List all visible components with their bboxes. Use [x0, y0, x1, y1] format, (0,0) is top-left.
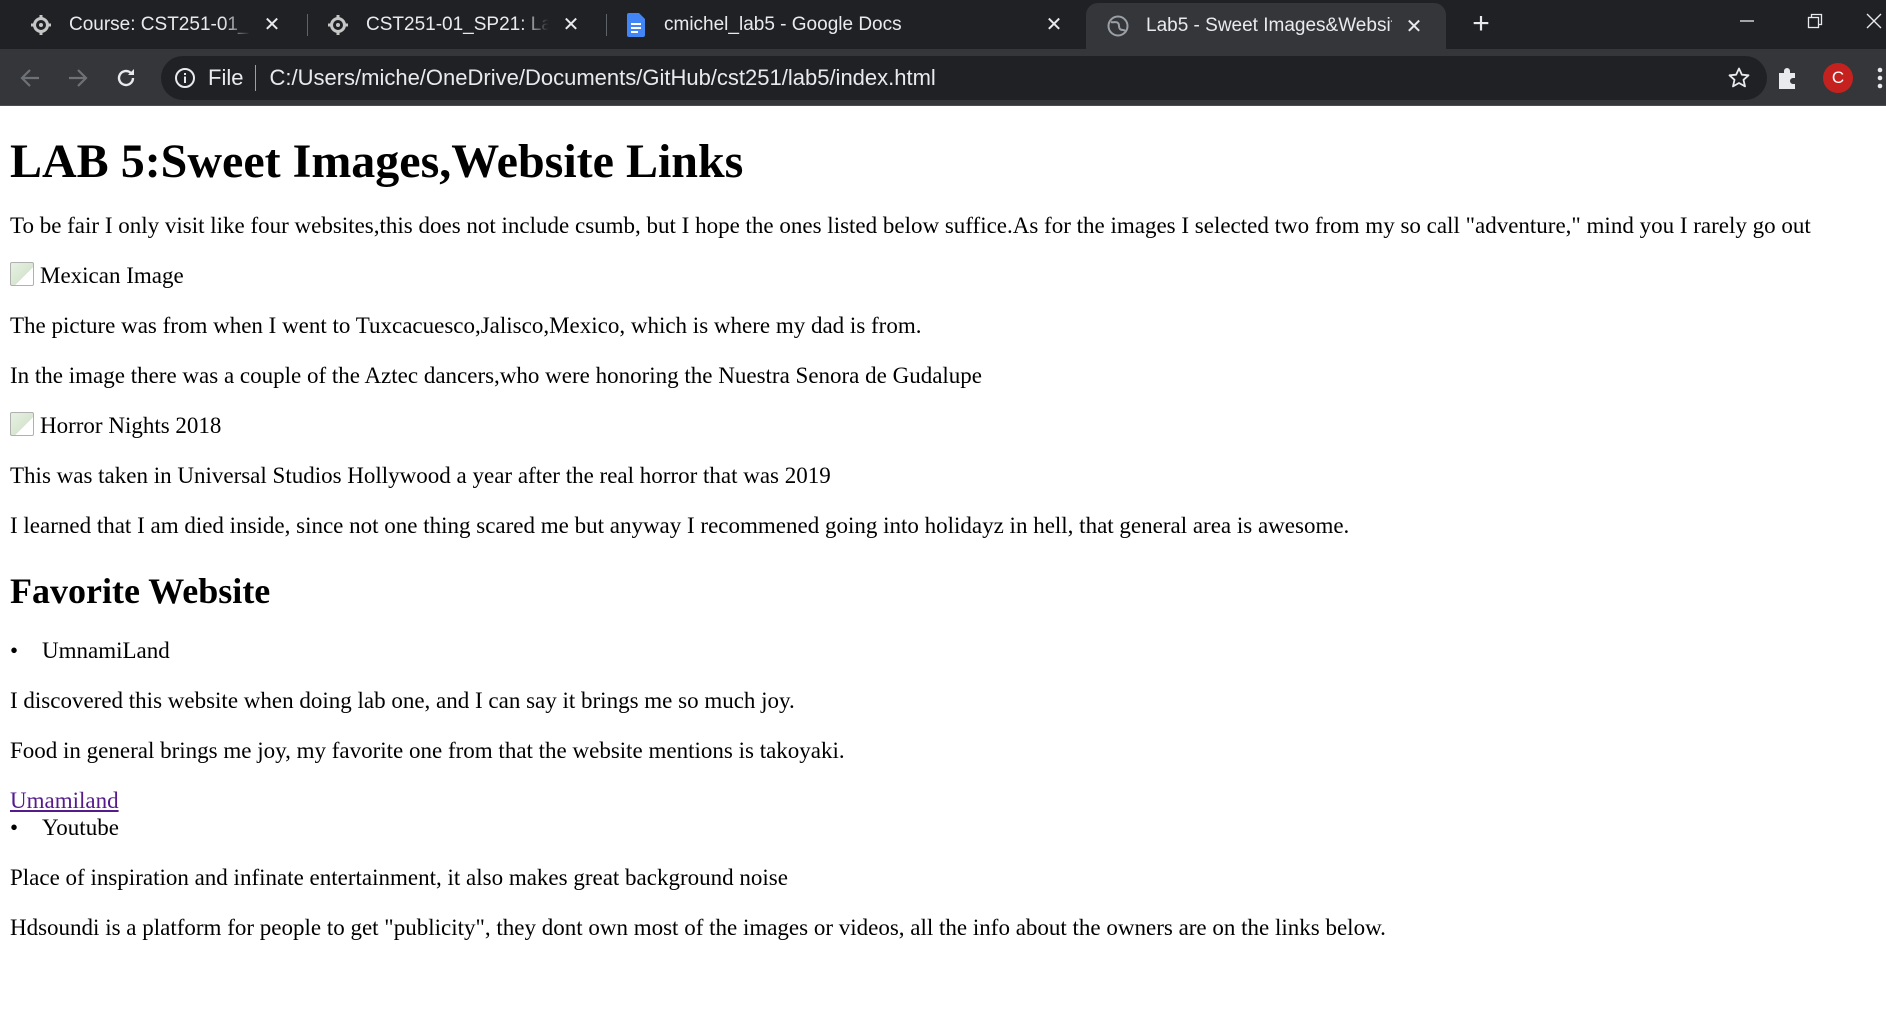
image-alt-text: Horror Nights 2018: [40, 413, 222, 439]
tab-title: cmichel_lab5 - Google Docs: [664, 13, 902, 35]
image-alt-text: Mexican Image: [40, 263, 184, 289]
list-item-umnamiland: UmnamiLand: [10, 637, 1876, 664]
forward-arrow-icon: [69, 69, 88, 87]
tab-title: Course: CST251-01_SP21:Web To: [69, 13, 250, 35]
url-text[interactable]: C:/Users/miche/OneDrive/Documents/GitHub…: [269, 65, 935, 91]
list-item-youtube: Youtube: [10, 814, 1876, 841]
image-horror-nights: Horror Nights 2018: [10, 411, 1876, 439]
address-divider: [255, 65, 257, 91]
tab-lab5-assignment[interactable]: CST251-01_SP21: Lab 5: More HT ✕: [297, 0, 603, 49]
tab-title: Lab5 - Sweet Images&Websites: [1146, 15, 1392, 36]
moodle-icon: [29, 13, 53, 37]
google-docs-icon: [624, 12, 648, 37]
minimize-icon: [1740, 20, 1754, 22]
new-tab-button[interactable]: +: [1466, 9, 1496, 40]
image2-description: This was taken in Universal Studios Holl…: [10, 463, 831, 489]
page-content: LAB 5:Sweet Images,Website Links To be f…: [0, 134, 1886, 941]
image2-detail: I learned that I am died inside, since n…: [10, 513, 1350, 539]
image1-detail: In the image there was a couple of the A…: [10, 363, 983, 389]
website-list: Youtube: [10, 814, 1876, 841]
forward-button[interactable]: [62, 62, 94, 94]
minimize-button[interactable]: [1718, 0, 1776, 42]
tab-google-docs[interactable]: cmichel_lab5 - Google Docs ✕: [595, 0, 1086, 49]
close-window-button[interactable]: [1852, 0, 1886, 42]
more-menu-icon[interactable]: [1874, 65, 1886, 91]
page-title: LAB 5:Sweet Images,Website Links: [10, 135, 744, 188]
broken-image-icon: [10, 261, 34, 286]
tab-active-lab5[interactable]: Lab5 - Sweet Images&Websites ✕: [1086, 3, 1446, 49]
close-icon[interactable]: ✕: [1042, 13, 1066, 37]
reload-icon: [117, 69, 135, 87]
broken-image-icon: [10, 411, 34, 436]
profile-avatar[interactable]: C: [1823, 63, 1853, 93]
address-bar[interactable]: File C:/Users/miche/OneDrive/Documents/G…: [161, 56, 1767, 100]
tab-title: CST251-01_SP21: Lab 5: More HT: [366, 13, 549, 35]
intro-paragraph: To be fair I only visit like four websit…: [10, 213, 1811, 239]
close-window-icon: [1866, 13, 1882, 29]
close-icon[interactable]: ✕: [260, 13, 284, 37]
favorite-website-heading: Favorite Website: [10, 571, 271, 612]
back-arrow-icon: [20, 69, 39, 87]
url-scheme-label: File: [208, 65, 244, 90]
info-icon[interactable]: [174, 67, 196, 89]
tab-course[interactable]: Course: CST251-01_SP21:Web To ✕: [0, 0, 304, 49]
browser-toolbar: File C:/Users/miche/OneDrive/Documents/G…: [0, 49, 1886, 106]
site2-description: Place of inspiration and infinate entert…: [10, 864, 788, 890]
back-button[interactable]: [14, 62, 46, 94]
image1-description: The picture was from when I went to Tuxc…: [10, 313, 922, 339]
site2-detail: Hdsoundi is a platform for people to get…: [10, 914, 1386, 940]
site1-description: I discovered this website when doing lab…: [10, 687, 795, 713]
restore-button[interactable]: [1786, 0, 1844, 42]
image-mexican: Mexican Image: [10, 261, 1876, 289]
website-list: UmnamiLand: [10, 637, 1876, 664]
globe-icon: [1106, 14, 1130, 38]
reload-button[interactable]: [110, 62, 142, 94]
umamiland-link[interactable]: Umamiland: [10, 788, 119, 813]
tab-strip: Course: CST251-01_SP21:Web To ✕ CST251-0…: [0, 0, 1886, 49]
site1-detail: Food in general brings me joy, my favori…: [10, 737, 845, 763]
moodle-icon: [326, 13, 350, 37]
bookmark-star-icon[interactable]: [1727, 66, 1751, 90]
close-icon[interactable]: ✕: [559, 13, 583, 37]
restore-icon: [1807, 13, 1823, 29]
close-icon[interactable]: ✕: [1402, 14, 1426, 38]
extensions-puzzle-icon[interactable]: [1775, 65, 1801, 91]
